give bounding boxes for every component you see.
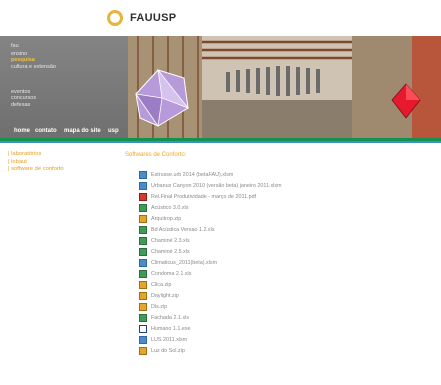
link-contato[interactable]: contato	[35, 128, 57, 134]
file-link[interactable]: Arquitrop.zip	[151, 216, 181, 222]
blue-stripe	[0, 141, 441, 143]
file-item[interactable]: Acústico 3.0.xls	[139, 202, 282, 213]
sidebar-link-software-de-conforto[interactable]: | software de conforto	[8, 166, 64, 174]
xls-file-icon	[139, 236, 147, 245]
file-item[interactable]: Chaminé 2.3.xls	[139, 235, 282, 246]
sidebar-link-laboratorios[interactable]: | laboratórios	[8, 151, 64, 159]
file-link[interactable]: Urbanus Canyon 2010 (versão beta) janeir…	[151, 183, 282, 189]
file-link[interactable]: Humano 1.1.exe	[151, 326, 191, 332]
file-link[interactable]: Daylight.zip	[151, 293, 179, 299]
file-link[interactable]: Bd Acústica Versao 1.2.xls	[151, 227, 215, 233]
xls-file-icon	[139, 203, 147, 212]
link-home[interactable]: home	[14, 128, 30, 134]
logo-text: FAUUSP	[130, 12, 177, 24]
xsm-file-icon	[139, 170, 147, 179]
file-link[interactable]: Clica.zip	[151, 282, 171, 288]
file-list: Estrusse.urb 2014 (betaFAU).xlsm Urbanus …	[139, 169, 282, 356]
exe-file-icon	[139, 324, 147, 333]
file-link[interactable]: Chaminé 2.5.xls	[151, 249, 190, 255]
nav-item-concursos[interactable]: concursos	[11, 95, 36, 101]
xsm-file-icon	[139, 258, 147, 267]
file-item[interactable]: Arquitrop.zip	[139, 213, 282, 224]
file-link[interactable]: LUS 2011.xlsm	[151, 337, 187, 343]
file-link[interactable]: Acústico 3.0.xls	[151, 205, 188, 211]
file-item[interactable]: Chaminé 2.5.xls	[139, 246, 282, 257]
file-item[interactable]: Clica.zip	[139, 279, 282, 290]
file-item[interactable]: Rel.Final Produtividade - março de 2011.…	[139, 191, 282, 202]
file-item[interactable]: Humano 1.1.exe	[139, 323, 282, 334]
banner: fau ensino pesquisa cultura e extensão e…	[0, 36, 441, 138]
pdf-file-icon	[139, 192, 147, 201]
xls-file-icon	[139, 269, 147, 278]
file-item[interactable]: Urbanus Canyon 2010 (versão beta) janeir…	[139, 180, 282, 191]
xsm-file-icon	[139, 181, 147, 190]
file-item[interactable]: Luz do Sol.zip	[139, 345, 282, 356]
link-mapa-do-site[interactable]: mapa do site	[64, 128, 101, 134]
nav-item-pesquisa[interactable]: pesquisa	[11, 57, 35, 63]
file-link[interactable]: Rel.Final Produtividade - março de 2011.…	[151, 194, 256, 200]
zip-file-icon	[139, 346, 147, 355]
file-link[interactable]: Fachada 2.1.xls	[151, 315, 189, 321]
fauusp-logo[interactable]: FAUUSP	[107, 10, 176, 26]
zip-file-icon	[139, 302, 147, 311]
xsm-file-icon	[139, 335, 147, 344]
nav-item-cultura-e-extensao[interactable]: cultura e extensão	[11, 64, 56, 70]
file-item[interactable]: Daylight.zip	[139, 290, 282, 301]
xls-file-icon	[139, 225, 147, 234]
sidebar: | laboratórios | lobaut | software de co…	[8, 151, 64, 174]
header: FAUUSP	[0, 0, 441, 36]
file-item[interactable]: Bd Acústica Versao 1.2.xls	[139, 224, 282, 235]
zip-file-icon	[139, 214, 147, 223]
file-link[interactable]: Luz do Sol.zip	[151, 348, 185, 354]
file-item[interactable]: Dis.zip	[139, 301, 282, 312]
utility-nav: home contato mapa do site usp	[0, 126, 128, 138]
file-link[interactable]: Dis.zip	[151, 304, 167, 310]
file-item[interactable]: Estrusse.urb 2014 (betaFAU).xlsm	[139, 169, 282, 180]
zip-file-icon	[139, 291, 147, 300]
file-link[interactable]: Climaticus_2011(beta).xlsm	[151, 260, 217, 266]
fau-ring-icon	[107, 10, 123, 26]
file-item[interactable]: Fachada 2.1.xls	[139, 312, 282, 323]
link-usp[interactable]: usp	[108, 128, 119, 134]
file-item[interactable]: LUS 2011.xlsm	[139, 334, 282, 345]
file-link[interactable]: Estrusse.urb 2014 (betaFAU).xlsm	[151, 172, 233, 178]
nav-item-fau[interactable]: fau	[11, 43, 19, 49]
zip-file-icon	[139, 280, 147, 289]
xls-file-icon	[139, 247, 147, 256]
banner-photo	[128, 36, 441, 138]
file-link[interactable]: Condoma 2.1.xls	[151, 271, 191, 277]
file-link[interactable]: Chaminé 2.3.xls	[151, 238, 190, 244]
content-title: Softwares de Conforto:	[125, 152, 187, 158]
sidebar-link-lobaut[interactable]: | lobaut	[8, 159, 64, 167]
main-nav: fau ensino pesquisa cultura e extensão e…	[0, 36, 128, 138]
xls-file-icon	[139, 313, 147, 322]
nav-item-defesas[interactable]: defesas	[11, 102, 30, 108]
file-item[interactable]: Climaticus_2011(beta).xlsm	[139, 257, 282, 268]
file-item[interactable]: Condoma 2.1.xls	[139, 268, 282, 279]
